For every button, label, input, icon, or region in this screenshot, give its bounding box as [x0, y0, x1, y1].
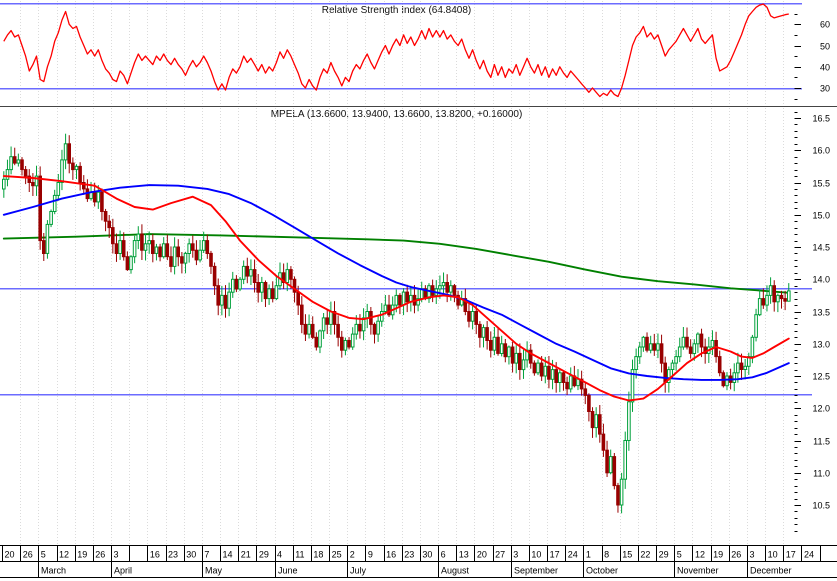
week-label: 8 — [604, 550, 609, 560]
week-label: 3 — [114, 550, 119, 560]
month-label-october: October — [586, 566, 618, 576]
chart-window: Relative Strength Index (64.8408) MPELA … — [0, 0, 837, 581]
week-label: 22 — [640, 550, 650, 560]
price-tick-label: 13.0 — [812, 340, 830, 350]
week-label: 20 — [5, 550, 15, 560]
week-label: 19 — [77, 550, 87, 560]
week-label: 12 — [695, 550, 705, 560]
week-label: 26 — [95, 550, 105, 560]
week-label: 17 — [786, 550, 796, 560]
week-label: 29 — [659, 550, 669, 560]
week-label: 14 — [223, 550, 233, 560]
week-label: 7 — [204, 550, 209, 560]
week-label: 17 — [550, 550, 560, 560]
month-label-june: June — [278, 566, 298, 576]
week-label: 5 — [41, 550, 46, 560]
price-tick-label: 14.5 — [812, 243, 830, 253]
week-label: 23 — [168, 550, 178, 560]
week-label: 19 — [713, 550, 723, 560]
week-label: 10 — [768, 550, 778, 560]
chart-canvas[interactable]: 60 50 40 30 16.5 16.0 15.5 15.0 14.5 14.0 13.5 13.0… — [0, 0, 837, 581]
price-tick-label: 14.0 — [812, 275, 830, 285]
month-label-march: March — [41, 566, 66, 576]
week-label: 21 — [241, 550, 251, 560]
week-label: 12 — [59, 550, 69, 560]
week-label: 13 — [459, 550, 469, 560]
month-label-july: July — [350, 566, 367, 576]
month-label-may: May — [205, 566, 223, 576]
month-label-november: November — [677, 566, 719, 576]
price-tick-label: 16.5 — [812, 114, 830, 124]
price-tick-label: 10.5 — [812, 501, 830, 511]
week-label: 18 — [313, 550, 323, 560]
rsi-tick-label: 50 — [820, 42, 830, 52]
price-tick-label: 12.5 — [812, 372, 830, 382]
week-label: 16 — [150, 550, 160, 560]
week-label: 3 — [513, 550, 518, 560]
month-label-april: April — [114, 566, 132, 576]
month-label-september: September — [514, 566, 558, 576]
week-label: 11 — [295, 550, 304, 560]
x-axis: 20 26 5 12 19 26 3 16 23 30 7 14 21 29 4 11 18 25 2 9 16 23 30… — [0, 545, 837, 578]
week-label: 29 — [259, 550, 269, 560]
week-label: 1 — [586, 550, 591, 560]
rsi-y-axis: 60 50 40 30 — [794, 14, 830, 100]
rsi-tick-label: 60 — [820, 20, 830, 30]
week-label: 10 — [531, 550, 541, 560]
week-label: 23 — [404, 550, 414, 560]
week-label: 24 — [804, 550, 814, 560]
week-label: 20 — [477, 550, 487, 560]
price-tick-label: 12.0 — [812, 404, 830, 414]
week-label: 9 — [368, 550, 373, 560]
week-label: 30 — [186, 550, 196, 560]
week-label: 4 — [277, 550, 282, 560]
week-label: 5 — [677, 550, 682, 560]
week-label: 3 — [750, 550, 755, 560]
price-plot-area[interactable] — [0, 107, 793, 545]
week-label: 16 — [386, 550, 396, 560]
month-label-december: December — [750, 566, 792, 576]
month-label-august: August — [441, 566, 470, 576]
price-tick-label: 13.5 — [812, 308, 830, 318]
week-label: 30 — [422, 550, 432, 560]
week-label: 26 — [731, 550, 741, 560]
week-label: 6 — [441, 550, 446, 560]
price-tick-label: 11.5 — [813, 437, 830, 447]
week-label: 26 — [23, 550, 33, 560]
week-label: 25 — [332, 550, 342, 560]
price-y-axis: 16.5 16.0 15.5 15.0 14.5 14.0 13.5 13.0 12.5 12.0… — [794, 112, 830, 532]
week-label: 24 — [568, 550, 578, 560]
week-label: 15 — [622, 550, 632, 560]
week-label: 27 — [495, 550, 505, 560]
price-tick-label: 11.0 — [813, 469, 830, 479]
rsi-tick-label: 40 — [820, 63, 830, 73]
week-label: 2 — [350, 550, 355, 560]
rsi-tick-label: 30 — [820, 84, 830, 94]
price-tick-label: 15.0 — [812, 211, 830, 221]
price-tick-label: 16.0 — [812, 146, 830, 156]
price-tick-label: 15.5 — [812, 179, 830, 189]
